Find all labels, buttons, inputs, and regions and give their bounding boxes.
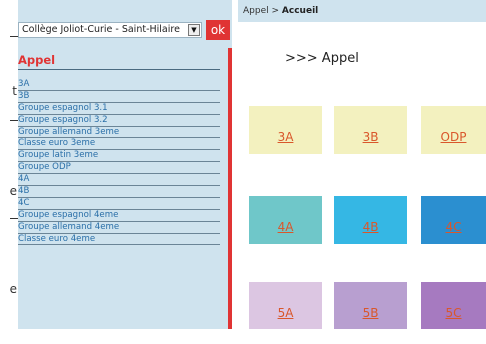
sidebar-class-item[interactable]: Groupe ODP xyxy=(18,162,220,175)
class-tile[interactable]: 3A xyxy=(249,106,322,154)
page-title: >>> Appel xyxy=(285,51,359,66)
text-fragment: e xyxy=(9,184,17,198)
sidebar-header: Collège Joliot-Curie - Saint-Hilaire ▼ o… xyxy=(18,0,232,48)
text-fragment: e xyxy=(9,282,17,296)
text-fragment-line xyxy=(10,218,18,219)
sidebar-class-item[interactable]: Classe euro 3eme xyxy=(18,138,220,151)
class-tile[interactable]: 3B xyxy=(334,106,407,154)
class-list: 3A 3B Groupe espagnol 3.1 Groupe espagnol 3… xyxy=(18,79,220,246)
breadcrumb: Appel > Accueil xyxy=(243,6,318,16)
sidebar-class-item[interactable]: Groupe espagnol 3.1 xyxy=(18,103,220,115)
school-select[interactable]: Collège Joliot-Curie - Saint-Hilaire ▼ xyxy=(18,22,202,38)
sidebar-accent-bar xyxy=(228,48,232,329)
sidebar-class-item[interactable]: 4C xyxy=(18,198,220,210)
sidebar-section-title: Appel xyxy=(18,52,220,70)
class-tile[interactable]: 5A xyxy=(249,282,322,329)
ok-button[interactable]: ok xyxy=(206,20,230,40)
text-fragment-line xyxy=(10,36,18,37)
class-tile[interactable]: 4C xyxy=(421,196,486,244)
chevron-down-icon[interactable]: ▼ xyxy=(188,24,200,36)
sidebar-class-item[interactable]: 3B xyxy=(18,91,220,103)
sidebar-class-item[interactable]: Groupe allemand 3eme xyxy=(18,127,220,139)
text-fragment-line xyxy=(10,120,18,121)
class-tile[interactable]: 4B xyxy=(334,196,407,244)
sidebar-class-item[interactable]: Groupe espagnol 3.2 xyxy=(18,115,220,127)
sidebar-class-item[interactable]: 4B xyxy=(18,186,220,198)
breadcrumb-current: Accueil xyxy=(281,6,319,16)
sidebar-class-item[interactable]: Groupe latin 3eme xyxy=(18,150,220,163)
sidebar: Collège Joliot-Curie - Saint-Hilaire ▼ o… xyxy=(18,0,232,329)
sidebar-class-item[interactable]: 3A xyxy=(18,79,220,91)
text-fragment: t xyxy=(12,84,17,98)
breadcrumb-bar: Appel > Accueil xyxy=(238,0,486,22)
class-tile[interactable]: 5C xyxy=(421,282,486,329)
school-select-value: Collège Joliot-Curie - Saint-Hilaire xyxy=(22,24,180,35)
class-tile[interactable]: 4A xyxy=(249,196,322,244)
sidebar-class-item[interactable]: Classe euro 4eme xyxy=(18,234,220,246)
class-tile[interactable]: 5B xyxy=(334,282,407,329)
sidebar-class-item[interactable]: Groupe allemand 4eme xyxy=(18,222,220,234)
sidebar-class-item[interactable]: 4A xyxy=(18,174,220,187)
sidebar-class-item[interactable]: Groupe espagnol 4eme xyxy=(18,210,220,222)
left-cutoff-strip: t e e xyxy=(0,0,18,329)
class-tile[interactable]: ODP xyxy=(421,106,486,154)
breadcrumb-link-appel[interactable]: Appel xyxy=(243,6,269,16)
breadcrumb-separator: > xyxy=(271,6,280,16)
